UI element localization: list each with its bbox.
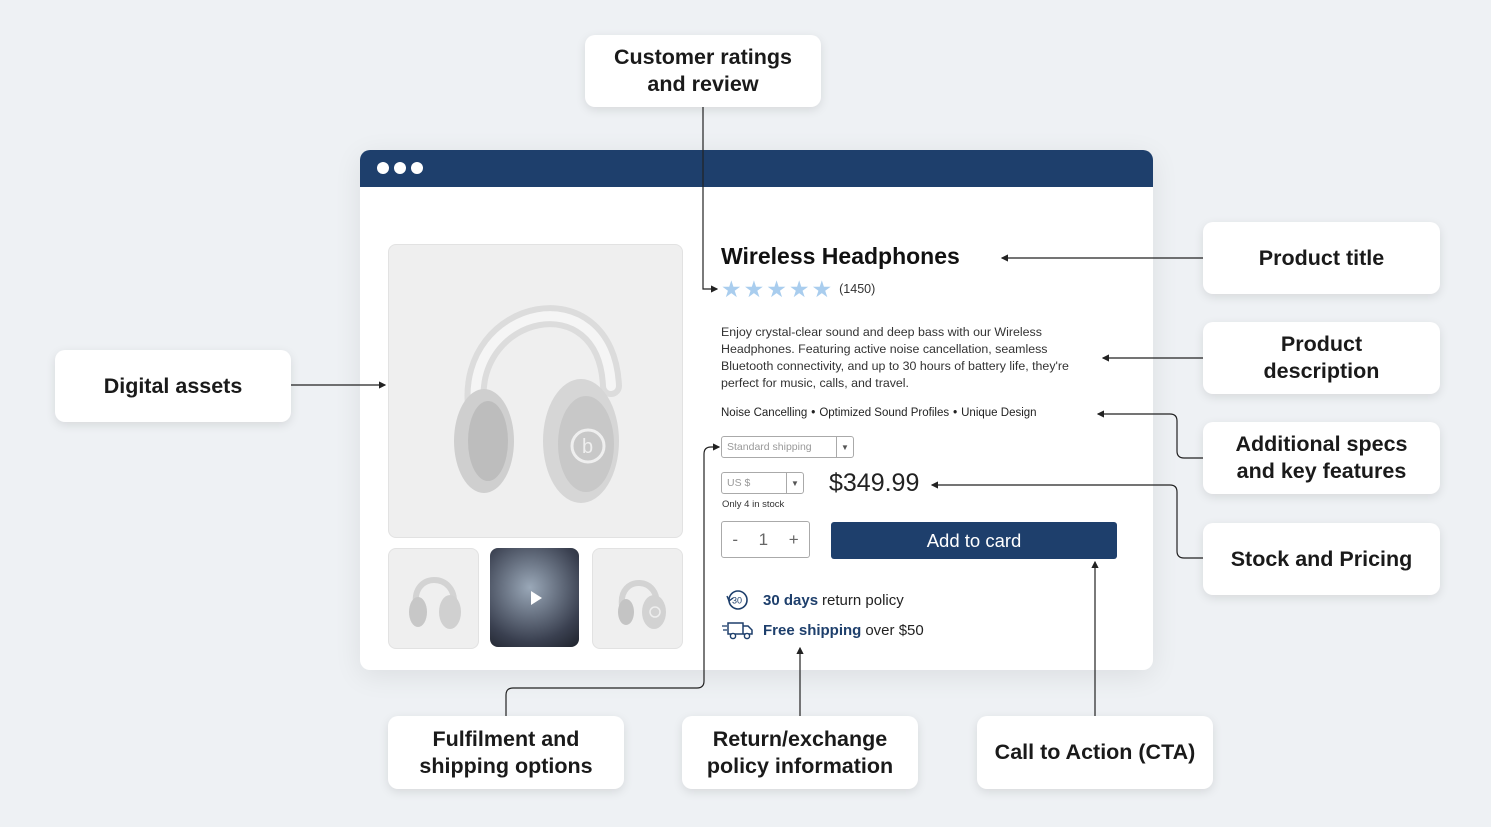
star-icon: ★ xyxy=(811,276,833,302)
rating-count[interactable]: (1450) xyxy=(839,282,875,296)
product-description: Enjoy crystal-clear sound and deep bass … xyxy=(721,325,1069,390)
callout-stock-pricing: Stock and Pricing xyxy=(1203,523,1440,595)
return-days-highlight: 30 days xyxy=(763,591,819,609)
callout-fulfilment: Fulfilment and shipping options xyxy=(388,716,624,789)
callout-return-policy: Return/exchange policy information xyxy=(682,716,918,789)
callout-cta: Call to Action (CTA) xyxy=(977,716,1213,789)
thumbnail-1[interactable] xyxy=(388,548,479,649)
delivery-truck-icon xyxy=(722,618,756,642)
play-icon[interactable] xyxy=(520,583,550,613)
product-page-window: b Wireless Headphones ★ ★ ★ ★ ★ (1450) E… xyxy=(360,150,1153,670)
currency-select[interactable]: US $ ▼ xyxy=(721,472,804,494)
callout-text: and key features xyxy=(1236,459,1407,483)
chevron-down-icon[interactable]: ▼ xyxy=(836,437,853,457)
window-dot xyxy=(394,162,406,174)
browser-title-bar xyxy=(360,150,1153,187)
free-shipping-highlight: Free shipping xyxy=(763,621,862,639)
add-to-cart-button[interactable]: Add to card xyxy=(831,522,1117,559)
star-icon: ★ xyxy=(766,276,787,302)
star-icon: ★ xyxy=(743,276,765,302)
quantity-value[interactable]: 1 xyxy=(759,530,768,550)
callout-text: Additional specs xyxy=(1235,432,1408,456)
shipping-select[interactable]: Standard shipping ▼ xyxy=(721,436,854,458)
return-policy[interactable]: 30 30 days return policy xyxy=(722,588,904,612)
callout-text: description xyxy=(1263,359,1380,383)
quantity-stepper[interactable]: - 1 + xyxy=(721,521,810,558)
separator-dot: • xyxy=(953,407,958,419)
feature-list: Noise Cancelling • Optimized Sound Profile… xyxy=(721,407,1037,419)
product-main-image[interactable]: b xyxy=(388,244,683,538)
shipping-policy[interactable]: Free shipping over $50 xyxy=(722,618,924,642)
window-dot xyxy=(411,162,423,174)
product-title: Wireless Headphones xyxy=(721,243,960,269)
star-icon: ★ xyxy=(721,276,742,302)
callout-text: Digital assets xyxy=(103,373,243,398)
window-dot xyxy=(377,162,389,174)
svg-text:b: b xyxy=(582,436,593,458)
callout-text: policy information xyxy=(706,753,894,778)
separator-dot: • xyxy=(811,407,816,419)
callout-text: Return/exchange xyxy=(712,726,888,751)
currency-select-value: US $ xyxy=(727,477,751,489)
callout-text: and review xyxy=(647,72,759,96)
headphones-thumbnail-icon xyxy=(408,576,461,629)
thumbnail-3[interactable] xyxy=(592,548,683,649)
product-price: $349.99 xyxy=(829,469,920,497)
headphones-thumbnail-icon xyxy=(617,579,666,629)
callout-text: Call to Action (CTA) xyxy=(994,740,1196,764)
callout-text: shipping options xyxy=(419,753,593,778)
callout-text: Product xyxy=(1280,332,1363,356)
callout-customer-ratings: Customer ratings and review xyxy=(585,35,821,107)
callout-product-title: Product title xyxy=(1203,222,1440,294)
callout-text: Stock and Pricing xyxy=(1230,546,1413,571)
callout-product-description: Product description xyxy=(1203,322,1440,394)
shipping-policy-text: over $50 xyxy=(865,621,924,639)
chevron-down-icon[interactable]: ▼ xyxy=(786,473,803,493)
return-30-days-icon: 30 xyxy=(722,588,756,612)
quantity-decrease-button[interactable]: - xyxy=(732,530,738,550)
star-icon: ★ xyxy=(788,276,810,302)
return-policy-text: return policy xyxy=(822,591,904,609)
callout-text: Fulfilment and xyxy=(432,726,580,751)
feature-item: Optimized Sound Profiles xyxy=(819,407,950,419)
quantity-increase-button[interactable]: + xyxy=(789,530,799,550)
callout-text: Product title xyxy=(1258,245,1385,270)
callout-digital-assets: Digital assets xyxy=(55,350,291,422)
star-rating[interactable]: ★ ★ ★ ★ ★ (1450) xyxy=(721,277,875,301)
shipping-select-value: Standard shipping xyxy=(727,441,812,453)
callout-additional-specs: Additional specs and key features xyxy=(1203,422,1440,494)
feature-item: Noise Cancelling xyxy=(721,407,808,419)
feature-item: Unique Design xyxy=(961,407,1037,419)
callout-text: Customer ratings xyxy=(613,45,792,69)
headphones-image: b xyxy=(453,305,622,503)
video-thumbnail[interactable] xyxy=(490,548,579,647)
stock-status: Only 4 in stock xyxy=(722,499,785,510)
svg-text:30: 30 xyxy=(732,596,742,606)
